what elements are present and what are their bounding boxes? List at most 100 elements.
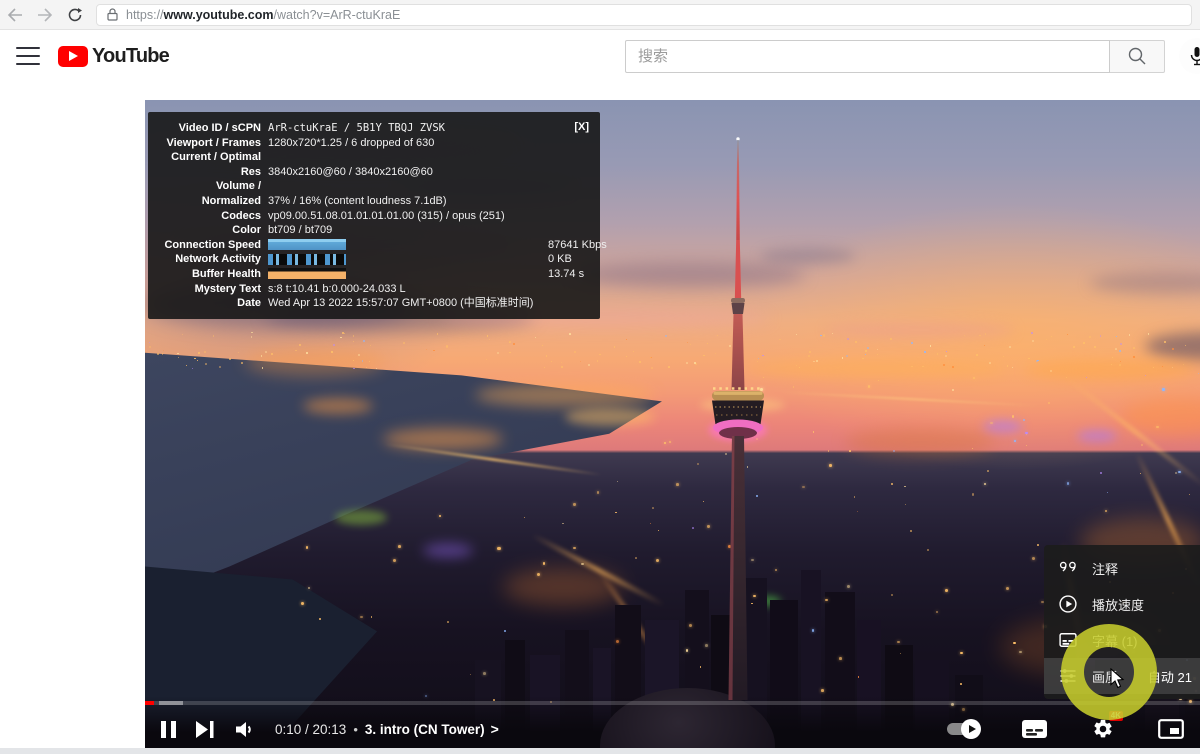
reload-icon [67, 7, 83, 23]
city-light [573, 503, 575, 505]
search-input[interactable] [625, 40, 1110, 73]
city-light [802, 486, 805, 489]
player-control-bar: 0:10 / 20:13 • 3. intro (CN Tower) > 4K [145, 710, 1200, 748]
stats-label: Video ID / sCPN [158, 121, 261, 136]
city-light [686, 362, 688, 364]
city-light [1185, 345, 1186, 346]
address-bar[interactable]: https://www.youtube.com/watch?v=ArR-ctuK… [96, 4, 1192, 26]
video-player[interactable]: 0:10 / 20:13 • 3. intro (CN Tower) > 4K [145, 100, 1200, 748]
city-light [989, 362, 991, 364]
city-light [979, 335, 980, 336]
volume-button[interactable] [235, 721, 255, 738]
city-light [964, 335, 965, 336]
city-light [1120, 343, 1122, 345]
city-light [1133, 356, 1134, 357]
search-icon [1127, 46, 1147, 66]
city-light [686, 649, 688, 651]
city-light-glow [335, 510, 387, 525]
city-light [868, 385, 870, 387]
city-light [306, 352, 307, 353]
city-light [821, 689, 824, 692]
city-light [891, 483, 892, 484]
chapter-chevron-icon[interactable]: > [491, 721, 499, 737]
city-light [626, 339, 627, 340]
stats-value: bt709 / bt709 [268, 223, 332, 238]
city-light [1094, 346, 1096, 348]
stats-value: 87641 Kbps [548, 238, 607, 253]
city-light [854, 496, 855, 497]
city-light [639, 361, 641, 363]
time-chapter-separator: • [353, 722, 358, 737]
menu-item-annotations[interactable]: 注释 [1044, 550, 1200, 586]
city-light [446, 345, 448, 347]
city-light [823, 334, 825, 336]
city-light [1178, 471, 1181, 474]
city-light [617, 481, 618, 482]
play-circle-icon [1057, 593, 1079, 615]
voice-search-button[interactable] [1179, 38, 1200, 74]
search-button[interactable] [1110, 40, 1165, 73]
city-light [1006, 587, 1009, 590]
network-sparkline [268, 254, 346, 265]
browser-forward-button[interactable] [30, 3, 60, 27]
city-light [960, 652, 962, 654]
browser-back-button[interactable] [0, 3, 30, 27]
city-light [829, 464, 831, 466]
stats-value: 37% / 16% (content loudness 7.1dB) [268, 194, 447, 209]
stats-label: Color [158, 223, 261, 238]
city-light [489, 339, 490, 340]
stats-label: Codecs [158, 209, 261, 224]
city-light [1119, 364, 1121, 366]
city-light [849, 450, 851, 452]
city-light [366, 367, 367, 368]
cn-tower [698, 130, 778, 748]
city-light [1003, 356, 1004, 357]
city-light [543, 562, 546, 565]
stats-row: Res3840x2160@60 / 3840x2160@60 [158, 165, 590, 180]
city-light-glow [745, 360, 1005, 378]
progress-bar[interactable] [145, 701, 1200, 705]
city-light [905, 504, 906, 505]
city-light [295, 350, 297, 352]
pause-icon [161, 721, 176, 738]
chapter-title[interactable]: 3. intro (CN Tower) [365, 722, 485, 737]
city-light [960, 683, 962, 685]
city-light [1119, 350, 1121, 352]
autoplay-toggle[interactable] [947, 723, 977, 735]
youtube-play-icon [58, 46, 88, 67]
settings-button[interactable]: 4K [1092, 718, 1114, 740]
subtitles-button[interactable] [1021, 719, 1048, 739]
menu-hamburger-button[interactable] [16, 47, 40, 65]
stats-row: Normalized37% / 16% (content loudness 7.… [158, 194, 590, 209]
menu-item-label: 播放速度 [1092, 595, 1144, 614]
city-light [497, 547, 500, 550]
city-light [186, 365, 187, 366]
autoplay-toggle-icon [947, 723, 977, 735]
city-light [930, 345, 931, 346]
city-light [1172, 348, 1174, 350]
stats-label: Mystery Text [158, 282, 261, 297]
next-button[interactable] [196, 721, 215, 738]
city-light [437, 333, 438, 334]
menu-item-label: 注释 [1092, 559, 1118, 578]
city-light [1198, 373, 1199, 374]
city-light-glow [845, 428, 995, 456]
city-light [615, 512, 616, 513]
stats-label: Buffer Health [158, 267, 261, 282]
miniplayer-button[interactable] [1158, 719, 1184, 739]
city-light-glow [1077, 430, 1117, 442]
progress-played [145, 701, 154, 705]
city-light [1009, 346, 1011, 348]
city-light [301, 602, 304, 605]
city-light [537, 573, 540, 576]
city-light [694, 362, 695, 363]
youtube-logo[interactable]: YouTube [58, 45, 169, 68]
city-light [1116, 336, 1117, 337]
stats-label: Connection Speed [158, 238, 261, 253]
menu-item-playback-speed[interactable]: 播放速度 [1044, 586, 1200, 622]
city-light [588, 364, 590, 366]
city-light [197, 360, 198, 361]
browser-reload-button[interactable] [60, 3, 90, 27]
pause-button[interactable] [161, 721, 176, 738]
stats-label: Date [158, 296, 261, 311]
